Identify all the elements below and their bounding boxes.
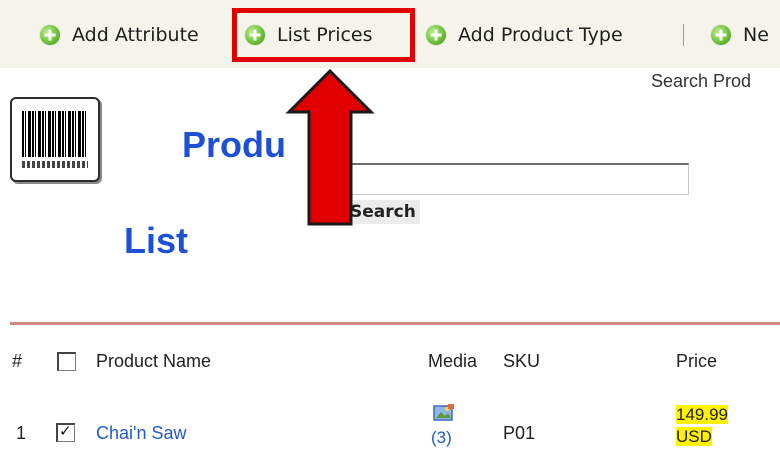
plus-circle-icon [40,25,60,45]
barcode-bars [22,111,88,157]
column-header-price[interactable]: Price [676,351,717,372]
price-amount: 149.99 [676,405,728,424]
search-button[interactable]: Search [346,200,420,224]
column-header-index: # [12,351,23,371]
plus-circle-icon [426,25,446,45]
barcode-digits [22,161,88,168]
list-prices-label: List Prices [277,24,373,46]
new-button-label: Ne [743,24,769,46]
media-count-link[interactable]: (3) [431,428,452,448]
column-header-media[interactable]: Media [428,351,477,372]
table-header-rule [10,322,780,325]
toolbar: Add Attribute List Prices Add Product Ty… [0,0,780,68]
column-header-product-name[interactable]: Product Name [96,351,211,372]
price-currency: USD [676,427,712,446]
list-prices-button[interactable]: List Prices [245,18,373,52]
page-title-continued: List [124,220,189,261]
add-attribute-label: Add Attribute [72,24,199,46]
add-product-type-label: Add Product Type [458,24,623,46]
plus-circle-icon [711,25,731,45]
new-button[interactable]: Ne [711,18,769,52]
plus-circle-icon [245,25,265,45]
media-image-icon[interactable] [433,403,455,423]
barcode-icon [10,97,100,182]
toolbar-separator [683,24,684,46]
row-index: 1 [16,423,27,443]
row-select-checkbox[interactable] [56,422,75,442]
price-value: 149.99 USD [676,404,742,448]
select-all-checkbox[interactable] [57,352,76,371]
add-product-type-button[interactable]: Add Product Type [426,18,623,52]
search-input[interactable] [346,163,689,195]
add-attribute-button[interactable]: Add Attribute [40,18,199,52]
column-header-sku[interactable]: SKU [503,351,540,372]
product-name-link[interactable]: Chai'n Saw [96,423,186,444]
search-products-label: Search Prod [651,71,752,91]
page-title: Produ [182,124,286,165]
sku-value: P01 [503,423,536,443]
product-list-page: Add Attribute List Prices Add Product Ty… [0,0,780,466]
